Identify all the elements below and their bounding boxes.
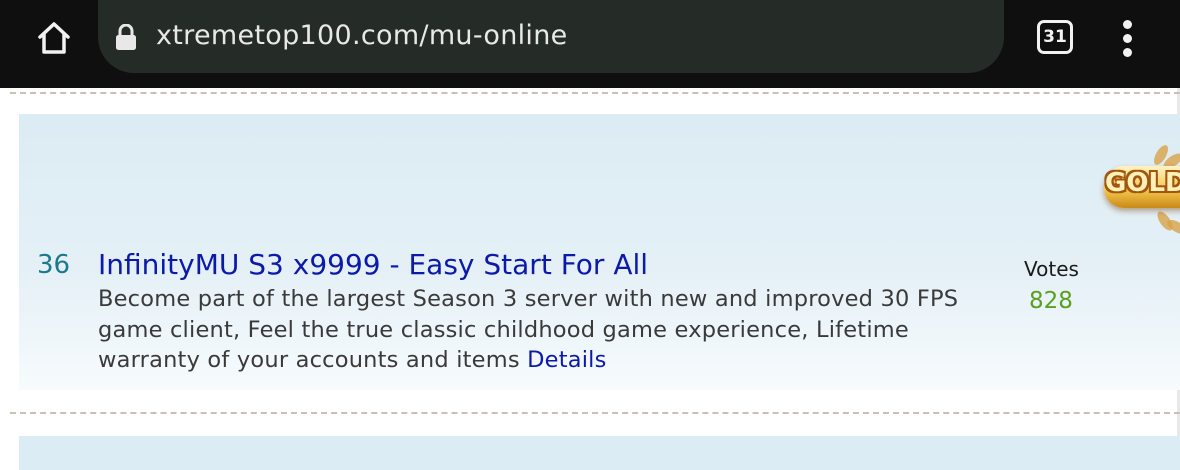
tab-switcher-button[interactable]: 31 — [1037, 20, 1073, 54]
home-icon — [38, 22, 70, 54]
home-button[interactable] — [30, 16, 78, 60]
lock-icon — [116, 24, 136, 50]
details-link[interactable]: Details — [527, 347, 606, 373]
browser-toolbar: xtremetop100.com/mu-online 31 — [0, 0, 1180, 88]
votes-count: 828 — [1029, 288, 1073, 314]
address-bar[interactable]: xtremetop100.com/mu-online — [98, 0, 1004, 73]
divider-bottom — [10, 412, 1180, 414]
url-text: xtremetop100.com/mu-online — [156, 20, 568, 51]
rank-number: 36 — [37, 250, 71, 280]
votes-label: Votes — [1024, 257, 1079, 281]
server-description: Become part of the largest Season 3 serv… — [98, 284, 998, 376]
badge-text: GOLD — [1105, 168, 1180, 198]
next-listing-card — [19, 436, 1180, 470]
divider-top — [10, 92, 1180, 94]
gold-badge: GOLD — [1098, 140, 1180, 236]
overflow-menu-icon[interactable] — [1116, 20, 1140, 57]
server-title-link[interactable]: InfinityMU S3 x9999 - Easy Start For All — [98, 248, 648, 281]
